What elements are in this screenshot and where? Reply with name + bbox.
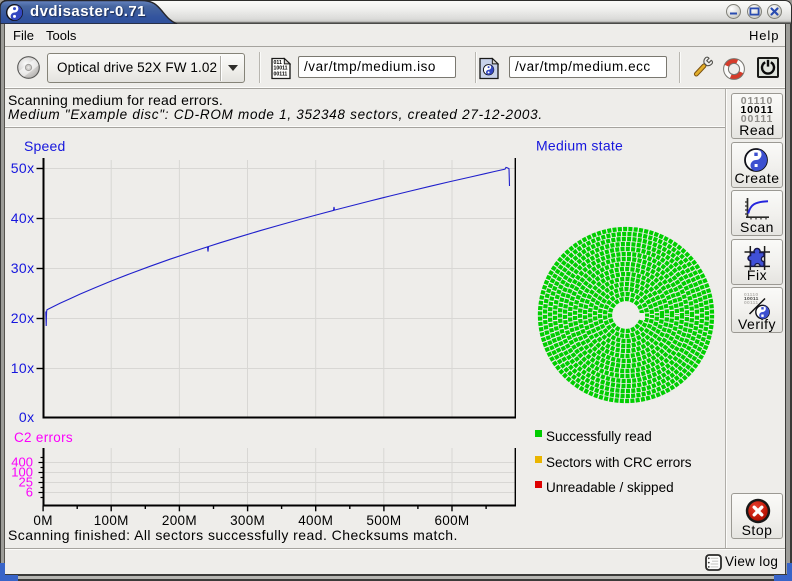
svg-text:C2 errors: C2 errors	[14, 430, 73, 445]
svg-text:00111: 00111	[274, 71, 288, 77]
svg-text:200M: 200M	[162, 513, 197, 528]
svg-text:Scanning finished: All sectors: Scanning finished: All sectors successfu…	[8, 527, 458, 543]
svg-text:20x: 20x	[11, 310, 35, 326]
svg-text:Successfully read: Successfully read	[546, 429, 652, 444]
svg-text:0M: 0M	[33, 513, 52, 528]
svg-text:Unreadable / skipped: Unreadable / skipped	[546, 480, 674, 495]
svg-text:0x: 0x	[19, 409, 35, 425]
svg-text:40x: 40x	[11, 210, 35, 226]
svg-text:Medium state: Medium state	[536, 138, 623, 154]
svg-text:Sectors with CRC errors: Sectors with CRC errors	[546, 455, 692, 470]
svg-text:500M: 500M	[366, 513, 401, 528]
svg-text:6: 6	[26, 485, 33, 500]
svg-text:Speed: Speed	[24, 138, 65, 154]
svg-text:50x: 50x	[11, 160, 35, 176]
svg-text:30x: 30x	[11, 260, 35, 276]
svg-text:600M: 600M	[435, 513, 470, 528]
svg-text:100M: 100M	[94, 513, 129, 528]
svg-text:10x: 10x	[11, 360, 35, 376]
svg-text:400M: 400M	[298, 513, 333, 528]
svg-text:300M: 300M	[230, 513, 265, 528]
